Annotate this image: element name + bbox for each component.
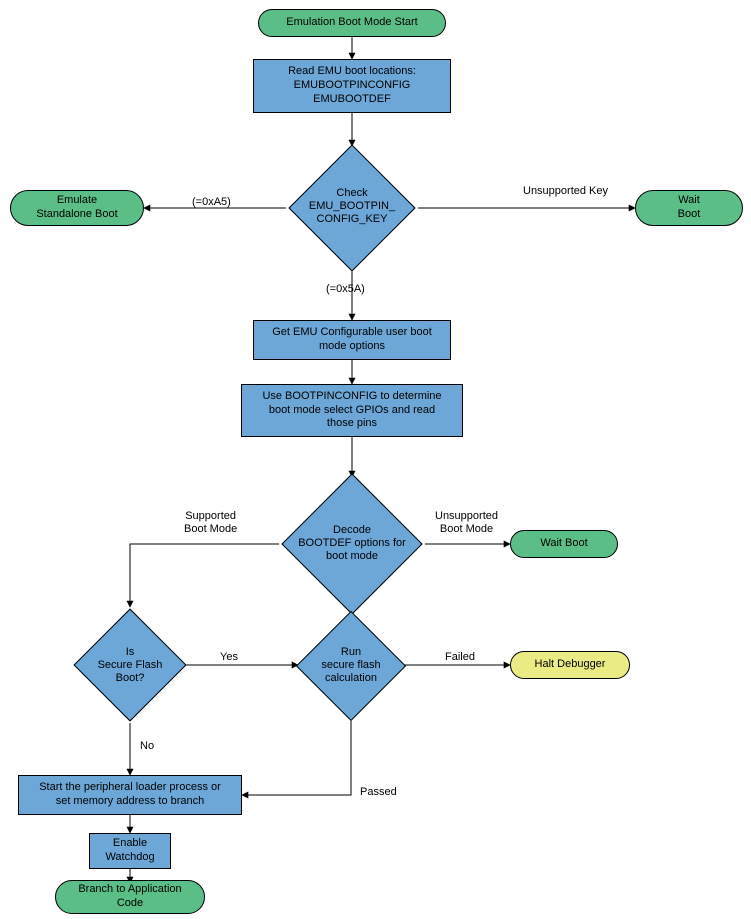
start-loader-label: Start the peripheral loader process orse… — [39, 781, 221, 809]
start-label: Emulation Boot Mode Start — [286, 16, 417, 30]
edge-five-a: (=0x5A) — [326, 283, 365, 296]
edge-supported-bm: SupportedBoot Mode — [184, 510, 237, 535]
enable-watchdog-process: EnableWatchdog — [89, 833, 171, 869]
use-bootpinconfig-label: Use BOOTPINCONFIG to determineboot mode … — [262, 390, 441, 431]
read-emu-label: Read EMU boot locations:EMUBOOTPINCONFIG… — [288, 65, 416, 106]
is-secure-decision — [73, 608, 186, 721]
decode-bootdef-decision — [281, 473, 422, 614]
branch-app-terminator: Branch to ApplicationCode — [55, 880, 205, 914]
wait-boot-top-label: WaitBoot — [678, 194, 701, 222]
edge-no: No — [140, 740, 154, 753]
read-emu-process: Read EMU boot locations:EMUBOOTPINCONFIG… — [253, 59, 451, 113]
branch-app-label: Branch to ApplicationCode — [78, 883, 181, 911]
wait-boot-mid-terminator: Wait Boot — [510, 530, 618, 558]
halt-debugger-label: Halt Debugger — [535, 658, 606, 672]
halt-debugger-terminator: Halt Debugger — [510, 651, 630, 679]
start-terminator: Emulation Boot Mode Start — [258, 9, 446, 37]
wait-boot-top-terminator: WaitBoot — [635, 190, 743, 226]
edge-unsupported-key: Unsupported Key — [523, 185, 608, 198]
emu-standalone-terminator: EmulateStandalone Boot — [10, 190, 144, 226]
edge-unsupported-bm: UnsupportedBoot Mode — [435, 510, 498, 535]
start-loader-process: Start the peripheral loader process orse… — [18, 775, 242, 815]
check-key-decision — [288, 144, 415, 271]
edge-yes: Yes — [220, 651, 238, 664]
wait-boot-mid-label: Wait Boot — [540, 537, 587, 551]
enable-watchdog-label: EnableWatchdog — [105, 837, 154, 865]
emu-standalone-label: EmulateStandalone Boot — [36, 194, 117, 222]
edge-failed: Failed — [445, 651, 475, 664]
use-bootpinconfig-process: Use BOOTPINCONFIG to determineboot mode … — [241, 384, 463, 437]
edge-a5: (=0xA5) — [192, 196, 231, 209]
run-secure-decision — [296, 611, 406, 721]
get-emu-label: Get EMU Configurable user bootmode optio… — [272, 326, 432, 354]
edge-passed: Passed — [360, 786, 397, 799]
get-emu-process: Get EMU Configurable user bootmode optio… — [253, 320, 451, 360]
